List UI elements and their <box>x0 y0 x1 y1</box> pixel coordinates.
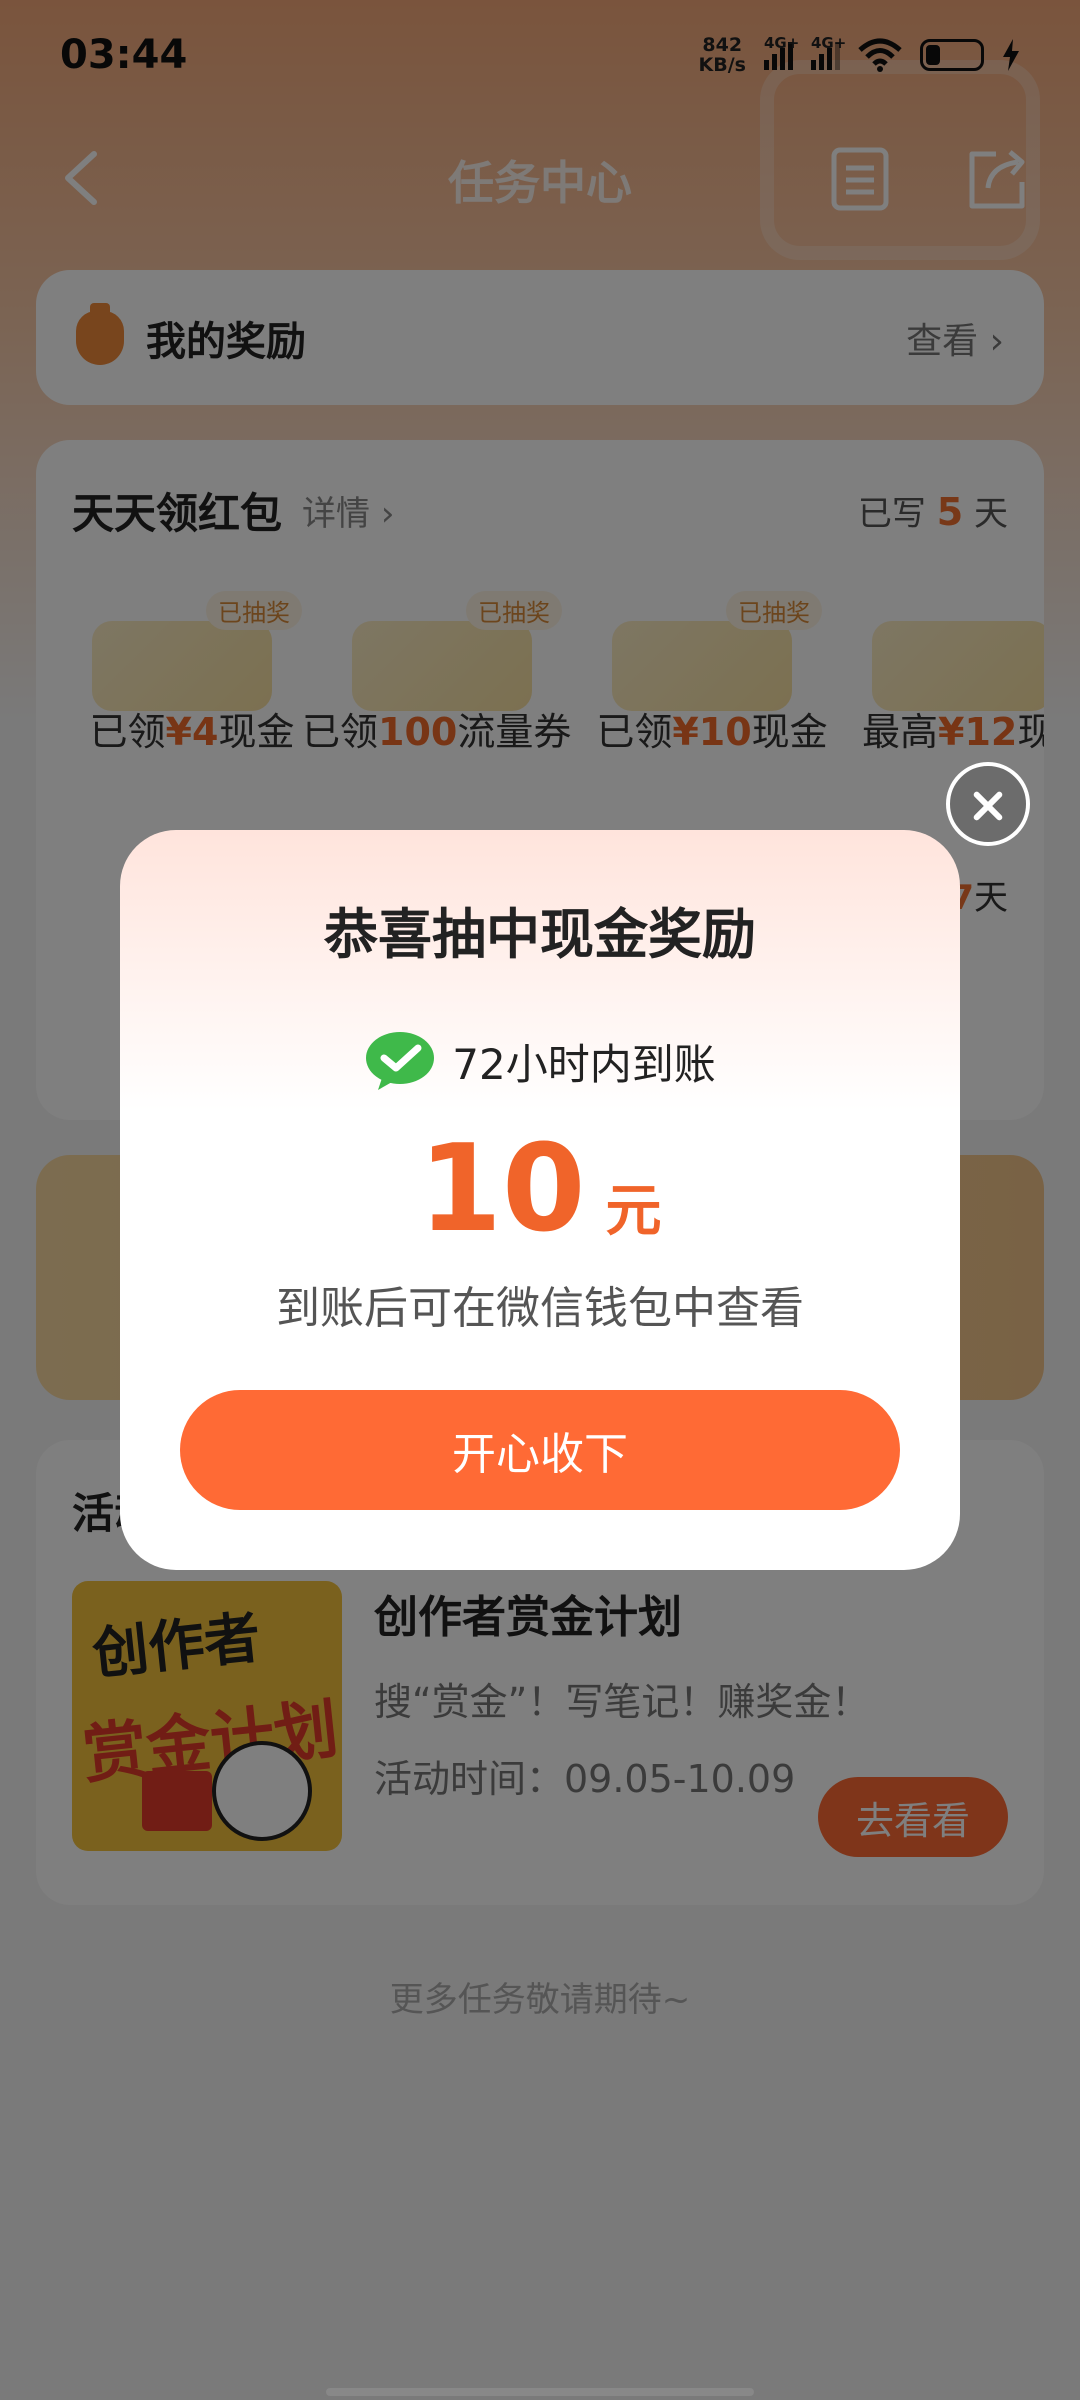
wechat-icon <box>366 1032 435 1090</box>
wallet-note: 到账后可在微信钱包中查看 <box>276 1283 804 1334</box>
accept-button[interactable]: 开心收下 <box>180 1390 900 1510</box>
home-indicator[interactable] <box>326 2388 754 2396</box>
reward-dialog: 恭喜抽中现金奖励 72小时内到账 10 元 到账后可在微信钱包中查看 开心收下 <box>120 830 960 1570</box>
dialog-title: 恭喜抽中现金奖励 <box>324 903 756 966</box>
reward-amount: 10 元 <box>418 1120 662 1259</box>
arrival-row: 72小时内到账 <box>120 1030 960 1092</box>
close-icon[interactable] <box>946 762 1030 846</box>
arrival-text: 72小时内到账 <box>452 1039 716 1089</box>
